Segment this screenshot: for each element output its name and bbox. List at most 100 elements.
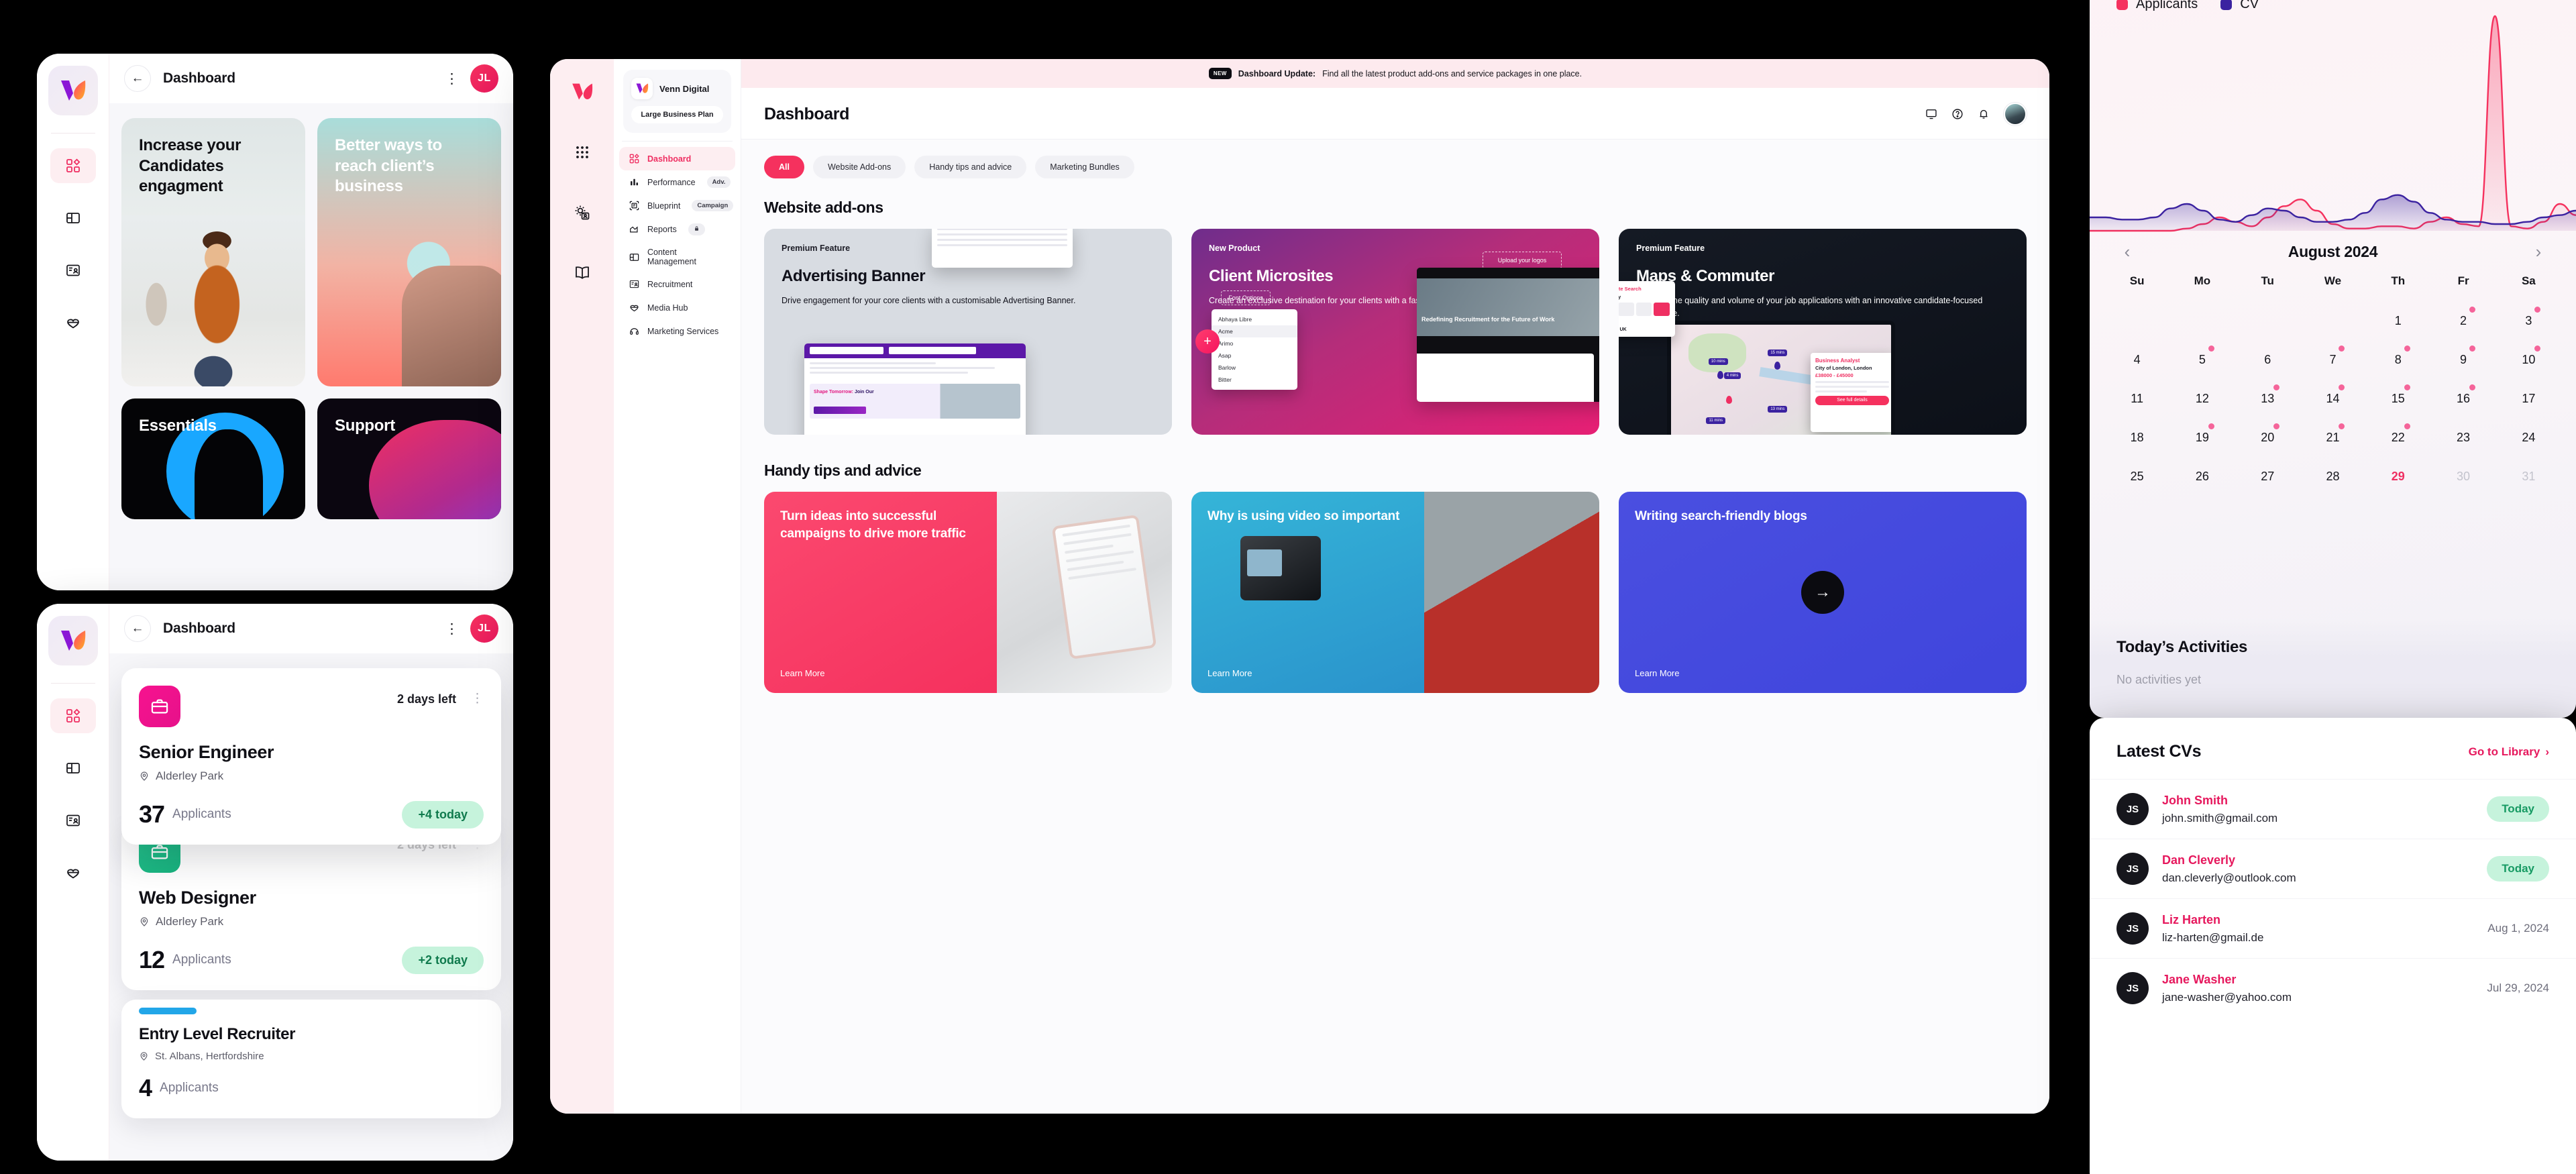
cv-row[interactable]: JS John Smith john.smith@gmail.com Today: [2090, 779, 2576, 839]
calendar-day[interactable]: 23: [2430, 421, 2496, 454]
sidebar-item-media-hub[interactable]: [50, 305, 96, 340]
tip-learn-more[interactable]: Learn More: [780, 668, 981, 678]
more-vertical-icon[interactable]: ⋮: [471, 686, 484, 706]
sidebar-item-dashboard[interactable]: [50, 148, 96, 183]
map-job-cta[interactable]: See full details: [1815, 396, 1889, 405]
font-option[interactable]: Abhaya Libre: [1212, 313, 1297, 325]
tab-marketing-bundles[interactable]: Marketing Bundles: [1035, 156, 1134, 178]
addon-card-client-microsites[interactable]: New Product Client Microsites Create an …: [1191, 229, 1599, 435]
apps-grid-icon[interactable]: [567, 138, 598, 166]
cv-name[interactable]: Jane Washer: [2162, 973, 2292, 987]
calendar-day[interactable]: 1: [2365, 304, 2430, 337]
sidebar-item-media-hub[interactable]: Media Hub: [619, 296, 735, 319]
addon-card-maps-commuter[interactable]: Premium Feature Maps & Commuter Increase…: [1619, 229, 2027, 435]
font-option[interactable]: Barlow: [1212, 362, 1297, 374]
calendar-grid[interactable]: Su Mo Tu We Th Fr Sa 1 2 3 4 5 6 7 8 9 10 11 12 13 14 15 16 17 1…: [2104, 274, 2561, 493]
sidebar-item-content[interactable]: [50, 201, 96, 235]
calendar-day[interactable]: 22: [2365, 421, 2430, 454]
avatar[interactable]: [2004, 103, 2027, 125]
calendar-day[interactable]: 27: [2235, 460, 2300, 493]
cv-row[interactable]: JS Liz Harten liz-harten@gmail.de Aug 1, 20…: [2090, 898, 2576, 958]
calendar-day[interactable]: 30: [2430, 460, 2496, 493]
calendar-day[interactable]: 11: [2104, 382, 2169, 415]
font-options-menu[interactable]: Abhaya Libre Acme Arimo Asap Barlow Bitt…: [1212, 309, 1297, 390]
calendar-day[interactable]: 21: [2300, 421, 2365, 454]
sidebar-item-content-management[interactable]: Content Management: [619, 242, 735, 272]
avatar[interactable]: JL: [470, 64, 498, 93]
calendar-day[interactable]: 15: [2365, 382, 2430, 415]
commute-search-panel[interactable]: Commute Search Travel By From London, UK: [1619, 281, 1675, 337]
mobile-scroll-area[interactable]: Increase your Candidates engagment Bette…: [109, 103, 513, 590]
bell-icon[interactable]: [1978, 108, 1990, 120]
calendar-day[interactable]: 18: [2104, 421, 2169, 454]
book-icon[interactable]: [567, 259, 598, 287]
venn-logo-icon[interactable]: [567, 78, 598, 106]
sidebar-item-recruitment[interactable]: Recruitment: [619, 272, 735, 296]
calendar-day[interactable]: 14: [2300, 382, 2365, 415]
calendar-day[interactable]: 29: [2365, 460, 2430, 493]
content-scroll[interactable]: All Website Add-ons Handy tips and advic…: [741, 140, 2049, 1114]
font-options-label[interactable]: Font Options: [1221, 290, 1271, 305]
calendar-day[interactable]: 31: [2496, 460, 2561, 493]
settings-user-icon[interactable]: [567, 199, 598, 227]
tip-card-campaigns[interactable]: Turn ideas into successful campaigns to …: [764, 492, 1172, 693]
calendar-day[interactable]: 10: [2496, 343, 2561, 376]
sidebar-item-content[interactable]: [50, 751, 96, 786]
calendar-day[interactable]: 4: [2104, 343, 2169, 376]
cv-name[interactable]: Liz Harten: [2162, 913, 2263, 927]
tile-support[interactable]: Support: [317, 398, 501, 519]
font-option[interactable]: Bitter: [1212, 374, 1297, 386]
tile-candidates[interactable]: Increase your Candidates engagment: [121, 118, 305, 386]
calendar-day[interactable]: 19: [2169, 421, 2235, 454]
avatar[interactable]: JL: [470, 615, 498, 643]
calendar-day[interactable]: 7: [2300, 343, 2365, 376]
calendar-day[interactable]: 16: [2430, 382, 2496, 415]
tile-better-ways[interactable]: Better ways to reach client’s business: [317, 118, 501, 386]
more-vertical-icon[interactable]: ⋮: [445, 72, 460, 86]
sidebar-item-dashboard[interactable]: [50, 698, 96, 733]
help-circle-icon[interactable]: [1951, 108, 1964, 120]
chevron-left-icon[interactable]: ‹: [2114, 242, 2141, 262]
arrow-right-icon[interactable]: →: [1801, 571, 1844, 614]
calendar-day[interactable]: 12: [2169, 382, 2235, 415]
cv-name[interactable]: John Smith: [2162, 794, 2277, 808]
monitor-icon[interactable]: [1925, 108, 1937, 120]
sidebar-item-reports[interactable]: Reports: [619, 217, 735, 242]
job-card[interactable]: Entry Level Recruiter St. Albans, Hertfo…: [121, 1000, 501, 1118]
arrow-left-icon[interactable]: ←: [124, 615, 151, 642]
tip-learn-more[interactable]: Learn More: [1208, 668, 1408, 678]
calendar-day[interactable]: 5: [2169, 343, 2235, 376]
tab-website-addons[interactable]: Website Add-ons: [812, 156, 906, 178]
sidebar-item-recruitment[interactable]: [50, 253, 96, 288]
calendar-day[interactable]: 28: [2300, 460, 2365, 493]
tile-essentials[interactable]: Essentials: [121, 398, 305, 519]
calendar-day[interactable]: 9: [2430, 343, 2496, 376]
sidebar-item-performance[interactable]: Performance Adv.: [619, 170, 735, 194]
travel-mode-options[interactable]: [1619, 303, 1670, 316]
sidebar-item-marketing-services[interactable]: Marketing Services: [619, 319, 735, 343]
chevron-right-icon[interactable]: ›: [2525, 242, 2552, 262]
sidebar-item-recruitment[interactable]: [50, 803, 96, 838]
calendar-day[interactable]: 26: [2169, 460, 2235, 493]
calendar-day[interactable]: 3: [2496, 304, 2561, 337]
tab-all[interactable]: All: [764, 156, 804, 178]
tip-learn-more[interactable]: Learn More: [1635, 668, 2010, 678]
add-button[interactable]: +: [1195, 329, 1220, 354]
calendar-day[interactable]: 25: [2104, 460, 2169, 493]
font-option[interactable]: Arimo: [1212, 337, 1297, 350]
mobile-job-list[interactable]: 2 days left ⋮ Senior Engineer Alderley P…: [109, 653, 513, 1161]
calendar-day[interactable]: 20: [2235, 421, 2300, 454]
job-card[interactable]: 2 days left ⋮ Senior Engineer Alderley P…: [121, 668, 501, 845]
cvs-list[interactable]: JS John Smith john.smith@gmail.com Today JS D…: [2090, 779, 2576, 1018]
sidebar-item-dashboard[interactable]: Dashboard: [619, 147, 735, 170]
calendar-day[interactable]: 8: [2365, 343, 2430, 376]
calendar-day[interactable]: 2: [2430, 304, 2496, 337]
job-card[interactable]: 2 days left ⋮ Web Designer Alderley Park…: [121, 823, 501, 990]
upload-logos-dropzone[interactable]: Upload your logos: [1483, 252, 1562, 269]
tab-handy-tips[interactable]: Handy tips and advice: [914, 156, 1027, 178]
more-vertical-icon[interactable]: ⋮: [445, 622, 460, 636]
font-option[interactable]: Asap: [1212, 350, 1297, 362]
font-option[interactable]: Acme: [1212, 325, 1297, 337]
calendar-day[interactable]: 17: [2496, 382, 2561, 415]
brand-block[interactable]: Venn Digital Large Business Plan: [623, 70, 731, 133]
